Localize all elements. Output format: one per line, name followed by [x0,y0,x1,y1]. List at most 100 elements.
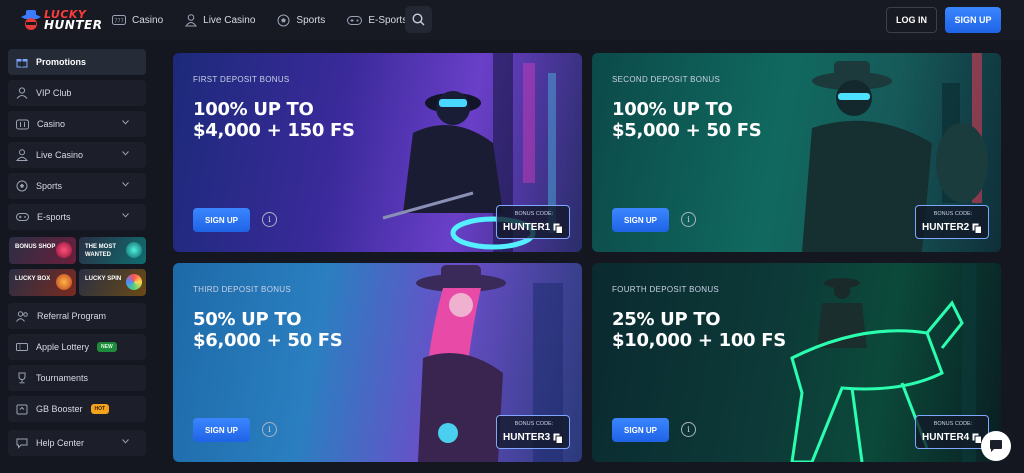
promo-headline-line-1: 25% UP TO [612,309,721,330]
wheel-icon [126,274,142,290]
bonus-code-label: BONUS CODE: [933,421,973,427]
gamepad-icon [16,213,29,221]
users-icon [16,310,28,322]
slot-machine-icon [16,119,29,129]
live-chat-button[interactable] [981,431,1011,461]
promo-eyebrow: FIRST DEPOSIT BONUS [193,75,290,84]
bonus-code-box[interactable]: BONUS CODE: HUNTER1 [496,205,570,239]
info-icon[interactable]: i [681,212,696,227]
promo-signup-button[interactable]: SIGN UP [193,208,250,232]
ticket-icon [16,343,28,351]
brand-line-2: HUNTER [44,18,103,32]
copy-icon[interactable] [553,433,563,444]
search-icon [412,13,425,26]
info-icon[interactable]: i [262,422,277,437]
promo-card-second-deposit: SECOND DEPOSIT BONUS 100% UP TO $5,000 +… [592,53,1001,252]
bonus-code-value: HUNTER2 [922,222,970,233]
bonus-code-value: HUNTER1 [503,222,551,233]
bonus-code-label: BONUS CODE: [514,421,554,427]
bonus-code-box[interactable]: BONUS CODE: HUNTER3 [496,415,570,449]
sidebar-item-label: Live Casino [36,150,84,160]
tile-label: LUCKY BOX [15,276,51,282]
sidebar-item-label: E-sports [37,212,71,222]
sidebar-item-gb-booster[interactable]: GB Booster HOT [8,396,146,422]
trophy-icon [18,372,26,384]
copy-icon[interactable] [553,223,563,234]
sidebar-item-label: VIP Club [36,88,72,98]
bonus-code-value: HUNTER4 [922,432,970,443]
chevron-down-icon [122,439,129,444]
top-header: LUCKY HUNTER 777 Casino Live Casino Spor… [0,0,1024,40]
tile-label: BONUS SHOP [15,244,56,250]
nav-live-casino-label: Live Casino [203,14,256,26]
promo-headline-line-1: 50% UP TO [193,309,302,330]
sidebar-item-apple-lottery[interactable]: Apple Lottery NEW [8,334,146,360]
promo-eyebrow: THIRD DEPOSIT BONUS [193,285,292,294]
promo-eyebrow: FOURTH DEPOSIT BONUS [612,285,720,294]
signup-button[interactable]: SIGN UP [945,7,1001,33]
nav-casino[interactable]: 777 Casino [112,14,163,26]
promo-headline-line-2: $4,000 + 150 FS [193,120,355,141]
sidebar-item-label: Help Center [36,438,85,448]
promo-card-first-deposit: FIRST DEPOSIT BONUS 100% UP TO $4,000 + … [173,53,582,252]
tile-label: LUCKY SPIN [85,276,122,282]
dealer-icon [185,13,198,26]
sidebar-item-referral-program[interactable]: Referral Program [8,303,146,329]
sidebar-item-label: Sports [36,181,63,191]
info-icon[interactable]: i [262,212,277,227]
sidebar-item-promotions[interactable]: Promotions [8,49,146,75]
chevron-down-icon [122,151,129,156]
sidebar-item-tournaments[interactable]: Tournaments [8,365,146,391]
promo-headline: 100% UP TO $5,000 + 50 FS [612,99,762,141]
login-button[interactable]: LOG IN [886,7,937,33]
promo-signup-button[interactable]: SIGN UP [612,208,669,232]
nav-sports-label: Sports [296,14,326,26]
promo-card-fourth-deposit: FOURTH DEPOSIT BONUS 25% UP TO $10,000 +… [592,263,1001,462]
copy-icon[interactable] [972,223,982,234]
wanted-poster-icon [126,242,142,258]
tile-lucky-box[interactable]: LUCKY BOX [9,269,76,296]
hot-badge: HOT [90,404,110,414]
brand-logo[interactable]: LUCKY HUNTER [20,5,102,35]
nav-esports[interactable]: E-Sports [347,15,407,26]
tile-most-wanted[interactable]: THE MOST WANTED [79,237,146,264]
sidebar-item-label: Apple Lottery [36,342,90,352]
bonus-code-value: HUNTER3 [503,432,551,443]
svg-text:777: 777 [114,19,124,25]
bonus-code-box[interactable]: BONUS CODE: HUNTER2 [915,205,989,239]
chat-icon [990,440,1002,452]
promo-headline-line-1: 100% UP TO [193,99,314,120]
bonus-code-box[interactable]: BONUS CODE: HUNTER4 [915,415,989,449]
sidebar-item-live-casino[interactable]: Live Casino [8,142,146,168]
chevron-down-icon [122,213,129,218]
chevron-down-icon [122,120,129,125]
nav-esports-label: E-Sports [368,14,408,26]
promo-card-third-deposit: THIRD DEPOSIT BONUS 50% UP TO $6,000 + 5… [173,263,582,462]
nav-live-casino[interactable]: Live Casino [185,13,256,27]
tile-bonus-shop[interactable]: BONUS SHOP [9,237,76,264]
promo-eyebrow: SECOND DEPOSIT BONUS [612,75,721,84]
gamepad-icon [347,15,363,25]
sidebar-item-sports[interactable]: Sports [8,173,146,199]
tile-lucky-spin[interactable]: LUCKY SPIN [79,269,146,296]
sidebar-item-vip-club[interactable]: VIP Club [8,80,146,106]
booster-icon [16,404,28,415]
promo-signup-button[interactable]: SIGN UP [612,418,669,442]
sidebar: Promotions VIP Club Casino Live Casino S… [0,40,155,473]
bonus-code-label: BONUS CODE: [514,211,554,217]
gift-box-icon [56,242,72,258]
gift-icon [16,59,28,68]
soccer-ball-icon [16,180,28,192]
promo-signup-button[interactable]: SIGN UP [193,418,250,442]
sidebar-item-esports[interactable]: E-sports [8,204,146,230]
promo-headline: 50% UP TO $6,000 + 50 FS [193,309,343,351]
sidebar-item-label: Casino [37,119,66,129]
search-button[interactable] [405,6,432,33]
sidebar-item-help-center[interactable]: Help Center [8,430,146,456]
nav-sports[interactable]: Sports [277,14,325,27]
sidebar-item-label: Promotions [36,57,87,67]
info-icon[interactable]: i [681,422,696,437]
sidebar-item-label: GB Booster [36,404,83,414]
slot-machine-icon: 777 [112,15,126,25]
sidebar-item-casino[interactable]: Casino [8,111,146,137]
